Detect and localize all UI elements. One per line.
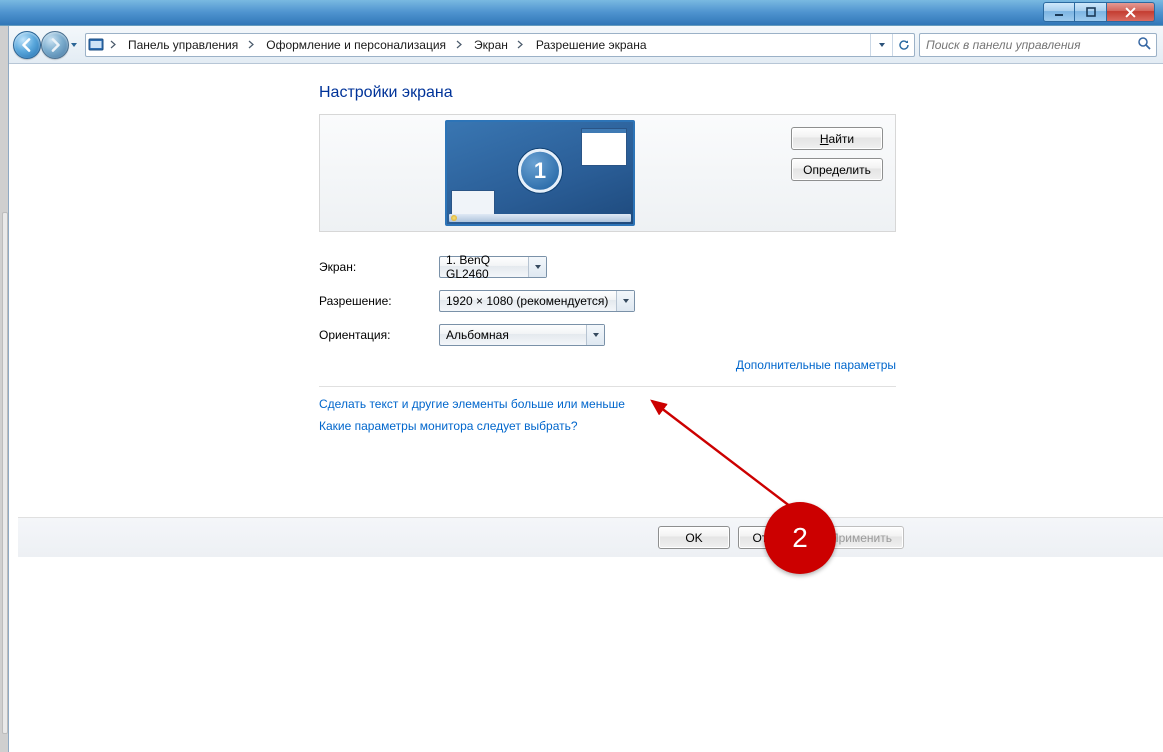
- chevron-right-icon[interactable]: [514, 34, 528, 56]
- monitor-identification-area[interactable]: 1 Найти Определить: [319, 114, 896, 232]
- preview-window-icon: [581, 128, 627, 166]
- nav-history-dropdown[interactable]: [67, 34, 81, 56]
- screen-select-value: 1. BenQ GL2460: [446, 253, 526, 281]
- window-titlebar[interactable]: [0, 0, 1163, 26]
- screen-label: Экран:: [319, 260, 439, 274]
- minimize-button[interactable]: [1043, 2, 1075, 22]
- orientation-select-value: Альбомная: [446, 328, 509, 342]
- form-grid: Экран: 1. BenQ GL2460 Разрешение: 1920 ×…: [319, 250, 896, 352]
- breadcrumb-segment-personalization[interactable]: Оформление и персонализация: [258, 34, 452, 56]
- advanced-settings-link[interactable]: Дополнительные параметры: [736, 358, 896, 372]
- preview-taskbar: [449, 214, 631, 222]
- page-title: Настройки экрана: [319, 84, 1163, 102]
- change-text-size-link[interactable]: Сделать текст и другие элементы больше и…: [319, 397, 1163, 411]
- offscreen-window-strip: [0, 22, 9, 752]
- resolution-select-value: 1920 × 1080 (рекомендуется): [446, 294, 608, 308]
- annotation-step-badge: 2: [764, 502, 836, 574]
- chevron-down-icon: [528, 257, 546, 277]
- nav-back-button[interactable]: [13, 31, 41, 59]
- search-input[interactable]: [924, 37, 1137, 53]
- chevron-right-icon[interactable]: [244, 34, 258, 56]
- resolution-select[interactable]: 1920 × 1080 (рекомендуется): [439, 290, 635, 312]
- control-panel-icon[interactable]: [86, 35, 106, 55]
- explorer-navbar: Панель управления Оформление и персонали…: [9, 26, 1163, 64]
- content-area: Настройки экрана 1 Найти Определить Экра…: [9, 64, 1163, 752]
- breadcrumb-segment-display[interactable]: Экран: [466, 34, 514, 56]
- orientation-select[interactable]: Альбомная: [439, 324, 605, 346]
- breadcrumb-segment-control-panel[interactable]: Панель управления: [120, 34, 244, 56]
- close-button[interactable]: [1107, 2, 1155, 22]
- chevron-right-icon[interactable]: [452, 34, 466, 56]
- search-box[interactable]: [919, 33, 1157, 57]
- find-button[interactable]: Найти: [791, 127, 883, 150]
- nav-arrows: [13, 31, 81, 59]
- monitor-preview[interactable]: 1: [445, 120, 635, 226]
- orientation-label: Ориентация:: [319, 328, 439, 342]
- chevron-down-icon: [616, 291, 634, 311]
- screen-select[interactable]: 1. BenQ GL2460: [439, 256, 547, 278]
- help-which-settings-link[interactable]: Какие параметры монитора следует выбрать…: [319, 419, 1163, 433]
- resolution-label: Разрешение:: [319, 294, 439, 308]
- window-controls: [1043, 2, 1155, 22]
- monitor-number-badge: 1: [518, 149, 562, 193]
- breadcrumb-segment-resolution[interactable]: Разрешение экрана: [528, 34, 653, 56]
- separator: [319, 386, 896, 387]
- refresh-button[interactable]: [892, 34, 914, 56]
- chevron-right-icon[interactable]: [106, 34, 120, 56]
- detect-button[interactable]: Определить: [791, 158, 883, 181]
- breadcrumb-expand-dropdown[interactable]: [870, 34, 892, 56]
- maximize-button[interactable]: [1075, 2, 1107, 22]
- nav-forward-button[interactable]: [41, 31, 69, 59]
- breadcrumb: Панель управления Оформление и персонали…: [85, 33, 915, 57]
- search-icon[interactable]: [1137, 36, 1152, 54]
- dialog-buttons-bar: OK Отмена Применить: [18, 517, 1163, 557]
- ok-button[interactable]: OK: [658, 526, 730, 549]
- chevron-down-icon: [586, 325, 604, 345]
